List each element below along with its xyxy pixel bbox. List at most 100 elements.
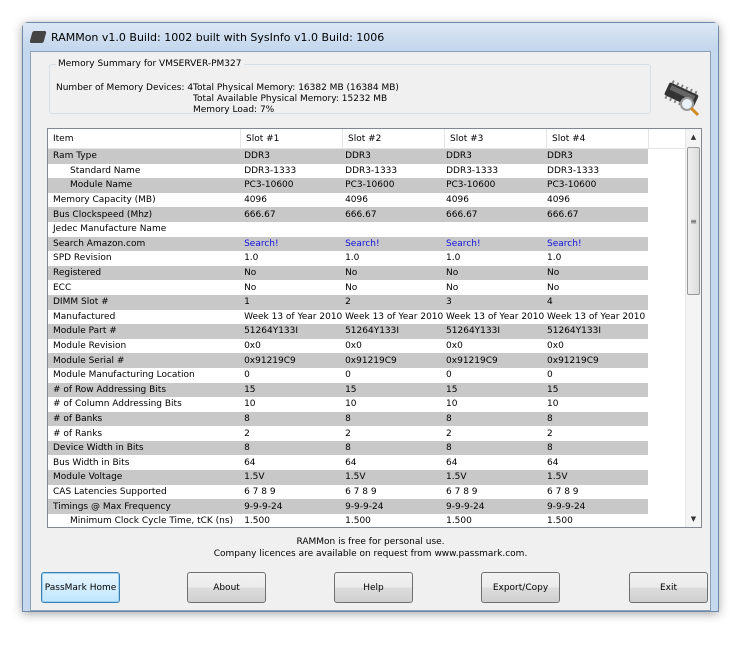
table-row[interactable]: # of Banks 8 8 8 8 <box>48 411 648 427</box>
table-row[interactable]: Bus Width in Bits 64 64 64 64 <box>48 455 648 470</box>
table-row[interactable]: Device Width in Bits 8 8 8 8 <box>48 440 648 456</box>
table-row[interactable]: # of Row Addressing Bits 15 15 15 15 <box>48 382 648 398</box>
scroll-up-arrow-icon[interactable]: ▲ <box>686 129 701 145</box>
scroll-down-arrow-icon[interactable]: ▼ <box>686 511 701 527</box>
summary-legend: Memory Summary for VMSERVER-PM327 <box>56 59 244 69</box>
scrollbar-thumb[interactable]: ≡ <box>687 147 700 295</box>
table-row[interactable]: Registered No No No No <box>48 265 648 281</box>
search-amazon-link[interactable]: Search! <box>547 239 648 249</box>
passmark-home-button[interactable]: PassMark Home <box>41 572 120 603</box>
slot-1-value: 1.0 <box>244 253 259 264</box>
title-bar[interactable]: RAMMon v1.0 Build: 1002 built with SysIn… <box>23 23 718 51</box>
slot-2-value: 2 <box>345 428 351 439</box>
table-row[interactable]: # of Column Addressing Bits 10 10 10 10 <box>48 397 648 412</box>
slot-1-value: 4096 <box>244 195 267 206</box>
search-amazon-link[interactable]: Search! <box>345 239 446 249</box>
row-label: Timings @ Max Frequency <box>53 501 171 512</box>
table-row[interactable]: Timings @ Max Frequency 9-9-9-24 9-9-9-24 9… <box>48 499 648 514</box>
slot-2-value: No <box>345 282 358 293</box>
slot-2-value: Week 13 of Year 2010 <box>345 311 444 322</box>
memory-details-table: Item Slot #1 Slot #2 Slot #3 Slot #4 Ram… <box>47 128 702 528</box>
search-amazon-link[interactable]: Search! <box>446 239 547 249</box>
slot-2-value: 0x91219C9 <box>345 355 397 366</box>
table-row[interactable]: Module Revision 0x0 0x0 0x0 0x0 <box>48 339 648 354</box>
slot-4-value: DDR3-1333 <box>547 165 600 176</box>
slot-1-value: 0x91219C9 <box>244 355 296 366</box>
rammon-window: RAMMon v1.0 Build: 1002 built with SysIn… <box>22 22 719 612</box>
slot-4-value: 1.0 <box>547 253 562 264</box>
slot-3-value: 3 <box>446 297 452 308</box>
row-label: Module Revision <box>53 341 127 352</box>
slot-2-value: No <box>345 268 358 279</box>
table-row[interactable]: Jedec Manufacture Name <box>48 222 648 237</box>
row-label: Registered <box>53 268 102 279</box>
table-row[interactable]: DIMM Slot # 1 2 3 4 <box>48 294 648 310</box>
row-label: Jedec Manufacture Name <box>53 224 167 235</box>
table-row[interactable]: CAS Latencies Supported 6 7 8 9 6 7 8 9 6 7… <box>48 485 648 500</box>
slot-1-value: No <box>244 282 257 293</box>
row-label: # of Banks <box>53 413 103 424</box>
slot-3-value: 51264Y133I <box>446 326 501 337</box>
slot-1-value: 64 <box>244 457 256 468</box>
slot-3-value: 0x0 <box>446 341 463 352</box>
slot-2-value: DDR3-1333 <box>345 165 398 176</box>
slot-1-value: 1.5V <box>244 472 265 483</box>
column-header-slot-2[interactable]: Slot #2 <box>343 129 445 148</box>
table-row[interactable]: Search Amazon.com Search! Search! Search! Se… <box>48 236 648 252</box>
table-row[interactable]: Module Voltage 1.5V 1.5V 1.5V 1.5V <box>48 470 648 485</box>
slot-3-value: 10 <box>446 399 458 410</box>
slot-4-value: 0x91219C9 <box>547 355 599 366</box>
slot-4-value: 64 <box>547 457 559 468</box>
table-row[interactable]: ECC No No No No <box>48 280 648 295</box>
column-header-slot-1[interactable]: Slot #1 <box>241 129 343 148</box>
row-label: DIMM Slot # <box>53 297 109 308</box>
vertical-scrollbar[interactable]: ▲ ≡ ▼ <box>685 129 701 527</box>
slot-3-value: 8 <box>446 413 452 424</box>
slot-4-value: 9-9-9-24 <box>547 501 586 512</box>
slot-1-value: No <box>244 268 257 279</box>
column-header-item[interactable]: Item <box>48 129 241 148</box>
slot-1-value: 0x0 <box>244 341 261 352</box>
table-row[interactable]: Ram Type DDR3 DDR3 DDR3 DDR3 <box>48 149 648 164</box>
table-row[interactable]: # of Ranks 2 2 2 2 <box>48 426 648 441</box>
slot-3-value: 9-9-9-24 <box>446 501 485 512</box>
column-header-slot-4[interactable]: Slot #4 <box>547 129 649 148</box>
slot-1-value: 15 <box>244 384 256 395</box>
table-row[interactable]: Module Manufacturing Location 0 0 0 0 <box>48 368 648 383</box>
client-area: Memory Summary for VMSERVER-PM327 Number… <box>30 51 711 611</box>
row-label: Bus Clockspeed (Mhz) <box>53 209 153 220</box>
slot-4-value: 0 <box>547 370 553 381</box>
table-row[interactable]: SPD Revision 1.0 1.0 1.0 1.0 <box>48 251 648 266</box>
help-button[interactable]: Help <box>334 572 413 603</box>
table-row[interactable]: Standard Name DDR3-1333 DDR3-1333 DDR3-1333… <box>48 164 648 179</box>
license-notice: RAMMon is free for personal use. Company… <box>31 536 710 560</box>
slot-2-value: 1.500 <box>345 516 371 527</box>
table-row[interactable]: Bus Clockspeed (Mhz) 666.67 666.67 666.67 66… <box>48 207 648 222</box>
search-amazon-link[interactable]: Search! <box>244 239 345 249</box>
table-row[interactable]: Module Serial # 0x91219C9 0x91219C9 0x91219… <box>48 353 648 368</box>
table-row[interactable]: Manufactured Week 13 of Year 2010 Week 13 … <box>48 310 648 325</box>
row-label: Module Part # <box>53 326 117 337</box>
table-body: Ram Type DDR3 DDR3 DDR3 DDR3 Standard Name DDR… <box>48 149 701 527</box>
row-label: ECC <box>53 282 72 293</box>
slot-1-value: 9-9-9-24 <box>244 501 283 512</box>
slot-4-value: 666.67 <box>547 209 579 220</box>
memory-load: Memory Load: 7% <box>193 105 275 115</box>
slot-2-value: 2 <box>345 297 351 308</box>
slot-4-value: No <box>547 268 560 279</box>
slot-1-value: PC3-10600 <box>244 180 294 191</box>
table-row[interactable]: Module Name PC3-10600 PC3-10600 PC3-10600 PC… <box>48 178 648 193</box>
table-row[interactable]: Memory Capacity (MB) 4096 4096 4096 4096 <box>48 193 648 208</box>
table-row[interactable]: Module Part # 51264Y133I 51264Y133I 51264Y1… <box>48 324 648 339</box>
slot-2-value: 51264Y133I <box>345 326 400 337</box>
exit-button[interactable]: Exit <box>629 572 708 603</box>
export-copy-button[interactable]: Export/Copy <box>481 572 560 603</box>
license-line-1: RAMMon is free for personal use. <box>296 537 445 547</box>
column-header-slot-3[interactable]: Slot #3 <box>445 129 547 148</box>
slot-4-value: DDR3 <box>547 151 573 162</box>
about-button[interactable]: About <box>187 572 266 603</box>
table-row[interactable]: Minimum Clock Cycle Time, tCK (ns) 1.500 1… <box>48 514 648 527</box>
row-label: CAS Latencies Supported <box>53 486 167 497</box>
slot-4-value: 15 <box>547 384 559 395</box>
slot-4-value: 1.500 <box>547 516 573 527</box>
